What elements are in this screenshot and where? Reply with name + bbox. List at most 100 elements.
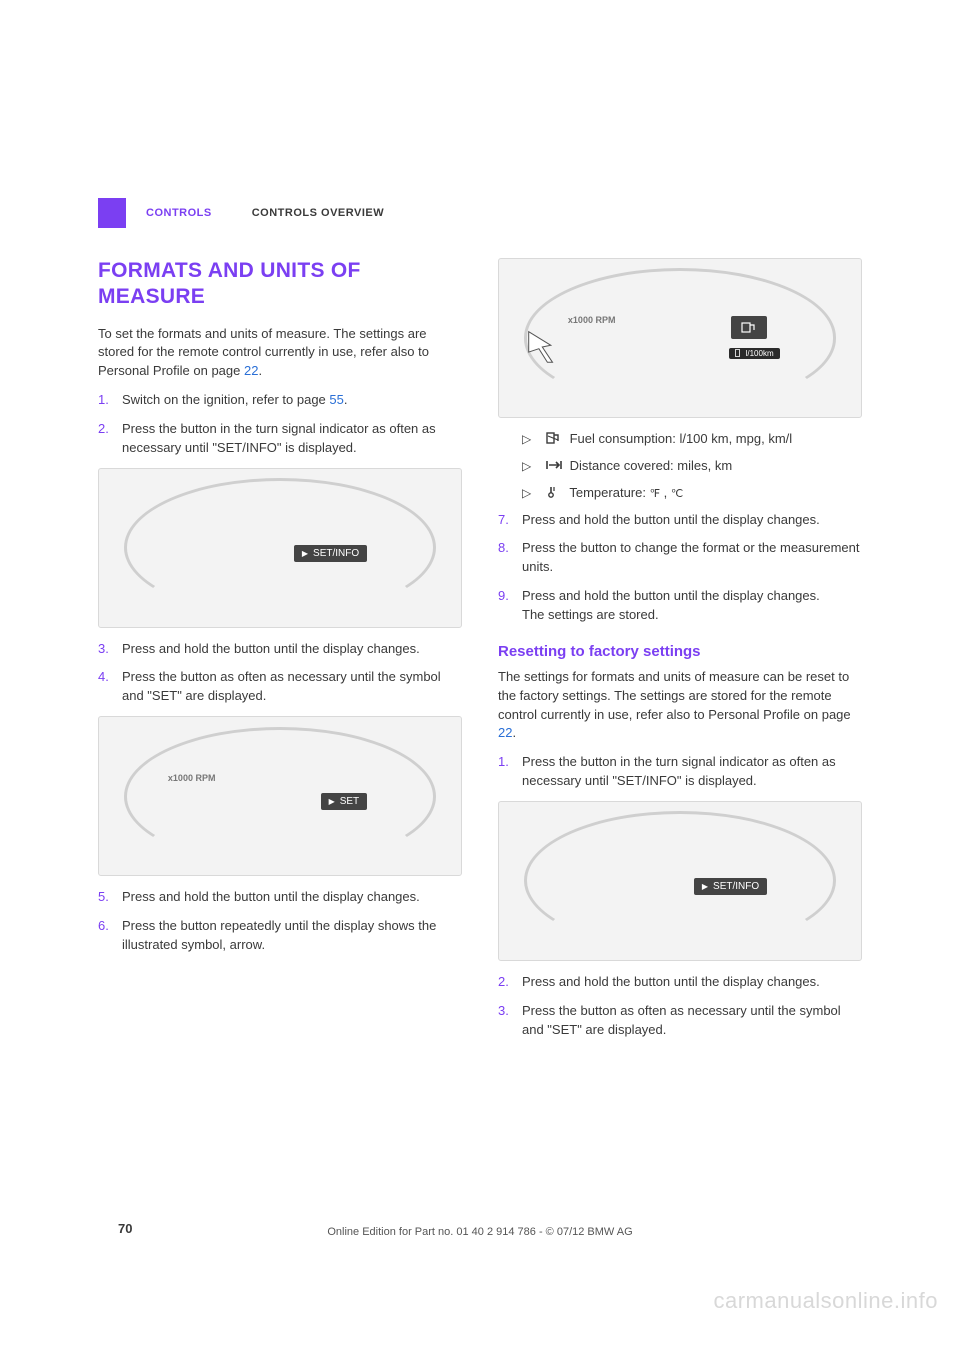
step-9-text-a: Press and hold the button until the disp… <box>522 588 820 603</box>
fuel-pump-small-icon <box>735 349 743 357</box>
fuel-pump-icon <box>546 431 562 443</box>
step-number: 5. <box>98 888 109 907</box>
reset-step-3-text: Press the button as often as necessary u… <box>522 1003 841 1037</box>
intro-paragraph: To set the formats and units of measure.… <box>98 325 462 382</box>
figure-set-gauge: x1000 RPM ▶ SET <box>98 716 462 876</box>
option-fuel-text: Fuel consumption: l/100 km, mpg, km/l <box>566 431 792 446</box>
reset-intro-b: . <box>512 725 516 740</box>
step-number: 4. <box>98 668 109 687</box>
distance-icon <box>546 458 562 470</box>
tab-controls-overview: CONTROLS OVERVIEW <box>232 198 404 228</box>
chevron-right-icon: ▷ <box>522 431 531 448</box>
display-text: SET/INFO <box>713 881 759 892</box>
page-link-55[interactable]: 55 <box>329 392 343 407</box>
gauge-arc <box>124 478 435 617</box>
option-temperature: ▷ Temperature: ℉ , ℃ <box>522 484 862 503</box>
step-6: 6. Press the button repeatedly until the… <box>98 917 462 955</box>
display-text: SET/INFO <box>313 548 359 559</box>
thermometer-icon <box>546 485 562 497</box>
step-number: 3. <box>98 640 109 659</box>
step-number: 2. <box>98 420 109 439</box>
fahrenheit-symbol: ℉ <box>650 488 660 500</box>
section-heading: FORMATS AND UNITS OF MEASURE <box>98 258 462 311</box>
step-number: 3. <box>498 1002 509 1021</box>
step-number: 9. <box>498 587 509 606</box>
option-temp-sep: , <box>660 485 671 500</box>
intro-text-a: To set the formats and units of measure.… <box>98 326 429 379</box>
reset-step-3: 3. Press the button as often as necessar… <box>498 1002 862 1040</box>
subsection-heading-reset: Resetting to factory settings <box>498 643 862 660</box>
footer-edition-line: Online Edition for Part no. 01 40 2 914 … <box>0 1226 960 1238</box>
option-temp-text-a: Temperature: <box>566 485 650 500</box>
figure-symbol-gauge: x1000 RPM l/100km <box>498 258 862 418</box>
gauge-arc <box>124 727 435 866</box>
steps-list-left-cont: 3. Press and hold the button until the d… <box>98 640 462 707</box>
display-symbol-box <box>731 316 767 339</box>
steps-list-left: 1. Switch on the ignition, refer to page… <box>98 391 462 458</box>
rpm-label: x1000 RPM <box>568 316 616 326</box>
step-9-text-b: The settings are stored. <box>522 607 659 622</box>
step-5: 5. Press and hold the button until the d… <box>98 888 462 907</box>
step-3: 3. Press and hold the button until the d… <box>98 640 462 659</box>
step-number: 1. <box>498 753 509 772</box>
step-number: 2. <box>498 973 509 992</box>
step-8: 8. Press the button to change the format… <box>498 539 862 577</box>
step-1-text-b: . <box>344 392 348 407</box>
instrument-gauge: x1000 RPM ▶ SET <box>124 727 435 866</box>
step-number: 7. <box>498 511 509 530</box>
reset-step-2-text: Press and hold the button until the disp… <box>522 974 820 989</box>
step-number: 6. <box>98 917 109 936</box>
display-sublabel: l/100km <box>729 348 780 359</box>
reset-intro-paragraph: The settings for formats and units of me… <box>498 668 862 743</box>
steps-list-left-cont2: 5. Press and hold the button until the d… <box>98 888 462 955</box>
celsius-symbol: ℃ <box>671 488 683 500</box>
step-3-text: Press and hold the button until the disp… <box>122 641 420 656</box>
play-triangle-icon: ▶ <box>302 549 308 558</box>
step-6-text: Press the button repeatedly until the di… <box>122 918 436 952</box>
step-number: 8. <box>498 539 509 558</box>
right-column: x1000 RPM l/100km ▷ <box>498 258 862 1049</box>
instrument-gauge: ▶ SET/INFO <box>524 811 835 950</box>
option-fuel: ▷ Fuel consumption: l/100 km, mpg, km/l <box>522 430 862 449</box>
steps-list-right: 7. Press and hold the button until the d… <box>498 511 862 625</box>
intro-text-b: . <box>258 363 262 378</box>
rpm-label: x1000 RPM <box>168 774 216 784</box>
play-triangle-icon: ▶ <box>329 797 335 806</box>
step-1: 1. Switch on the ignition, refer to page… <box>98 391 462 410</box>
chevron-right-icon: ▷ <box>522 458 531 475</box>
gauge-arc <box>524 268 835 407</box>
step-5-text: Press and hold the button until the disp… <box>122 889 420 904</box>
instrument-gauge: x1000 RPM l/100km <box>524 268 835 407</box>
gauge-arc <box>524 811 835 950</box>
display-sublabel-text: l/100km <box>746 349 774 358</box>
reset-step-1: 1. Press the button in the turn signal i… <box>498 753 862 791</box>
header-accent-box <box>98 198 126 228</box>
display-label-setinfo: ▶ SET/INFO <box>694 878 767 895</box>
page-link-22[interactable]: 22 <box>498 725 512 740</box>
reset-steps-list-cont: 2. Press and hold the button until the d… <box>498 973 862 1040</box>
step-4-text: Press the button as often as necessary u… <box>122 669 441 703</box>
step-8-text: Press the button to change the format or… <box>522 540 859 574</box>
option-distance: ▷ Distance covered: miles, km <box>522 457 862 476</box>
step-2-text: Press the button in the turn signal indi… <box>122 421 436 455</box>
display-text: SET <box>340 796 359 807</box>
step-number: 1. <box>98 391 109 410</box>
chevron-right-icon: ▷ <box>522 485 531 502</box>
option-distance-text: Distance covered: miles, km <box>566 458 732 473</box>
step-7-text: Press and hold the button until the disp… <box>522 512 820 527</box>
reset-steps-list: 1. Press the button in the turn signal i… <box>498 753 862 791</box>
figure-setinfo-gauge: ▶ SET/INFO <box>98 468 462 628</box>
options-list: ▷ Fuel consumption: l/100 km, mpg, km/l … <box>498 430 862 503</box>
play-triangle-icon: ▶ <box>702 882 708 891</box>
step-2: 2. Press the button in the turn signal i… <box>98 420 462 458</box>
reset-step-2: 2. Press and hold the button until the d… <box>498 973 862 992</box>
step-4: 4. Press the button as often as necessar… <box>98 668 462 706</box>
content-columns: FORMATS AND UNITS OF MEASURE To set the … <box>70 258 890 1049</box>
display-label-set: ▶ SET <box>321 793 368 810</box>
reset-step-1-text: Press the button in the turn signal indi… <box>522 754 836 788</box>
step-9: 9. Press and hold the button until the d… <box>498 587 862 625</box>
reset-intro-a: The settings for formats and units of me… <box>498 669 851 722</box>
fuel-pump-icon <box>741 322 757 333</box>
page-link-22[interactable]: 22 <box>244 363 258 378</box>
instrument-gauge: ▶ SET/INFO <box>124 478 435 617</box>
